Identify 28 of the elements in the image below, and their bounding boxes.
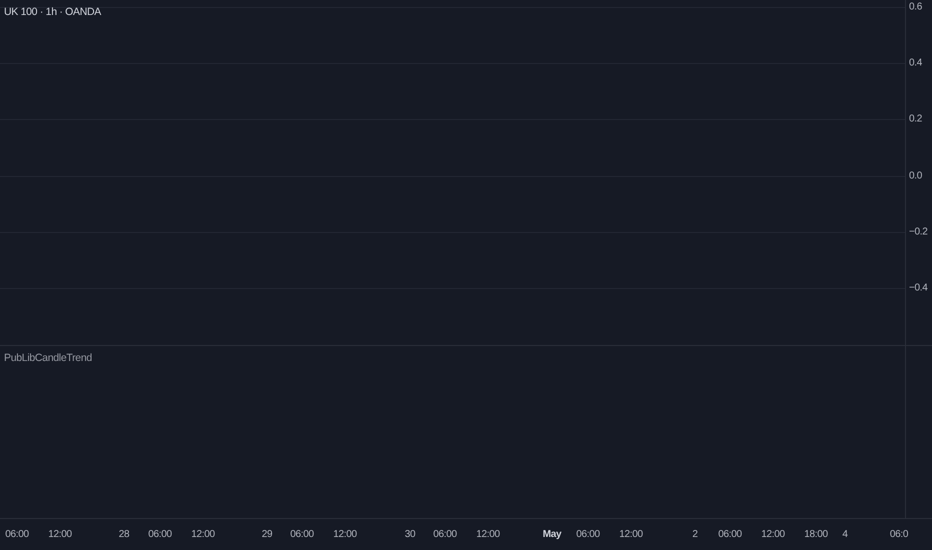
time-label: 4 (842, 529, 848, 540)
time-label: 06:00 (433, 529, 457, 540)
time-label: 12:00 (333, 529, 357, 540)
time-label: May (542, 529, 562, 540)
price-label: 0.0 (909, 170, 922, 182)
time-label: 06:00 (718, 529, 742, 540)
time-label: 06:00 (5, 529, 29, 540)
time-label: 28 (118, 529, 130, 540)
time-label: 18:00 (804, 529, 828, 540)
chart-legend: UK 100 · 1h · OANDA (4, 6, 102, 18)
time-label: 12:00 (761, 529, 785, 540)
time-label: 30 (404, 529, 416, 540)
price-label: 0.6 (909, 2, 922, 12)
time-label: 2 (692, 529, 698, 540)
indicator-legend: PubLibCandleTrend (4, 352, 92, 364)
time-label: 12:00 (48, 529, 72, 540)
time-label: 12:00 (476, 529, 500, 540)
time-label: 06:00 (148, 529, 172, 540)
time-label: 12:00 (191, 529, 215, 540)
price-label: −0.2 (909, 226, 928, 238)
time-label: 06:00 (576, 529, 600, 540)
price-label: 0.2 (909, 114, 922, 125)
time-label: 12:00 (619, 529, 643, 540)
time-label: 06:0 (890, 529, 908, 540)
time-label: 06:00 (290, 529, 314, 540)
time-label: 29 (262, 529, 272, 540)
price-label: −0.4 (909, 282, 928, 294)
price-label: 0.4 (909, 58, 922, 69)
